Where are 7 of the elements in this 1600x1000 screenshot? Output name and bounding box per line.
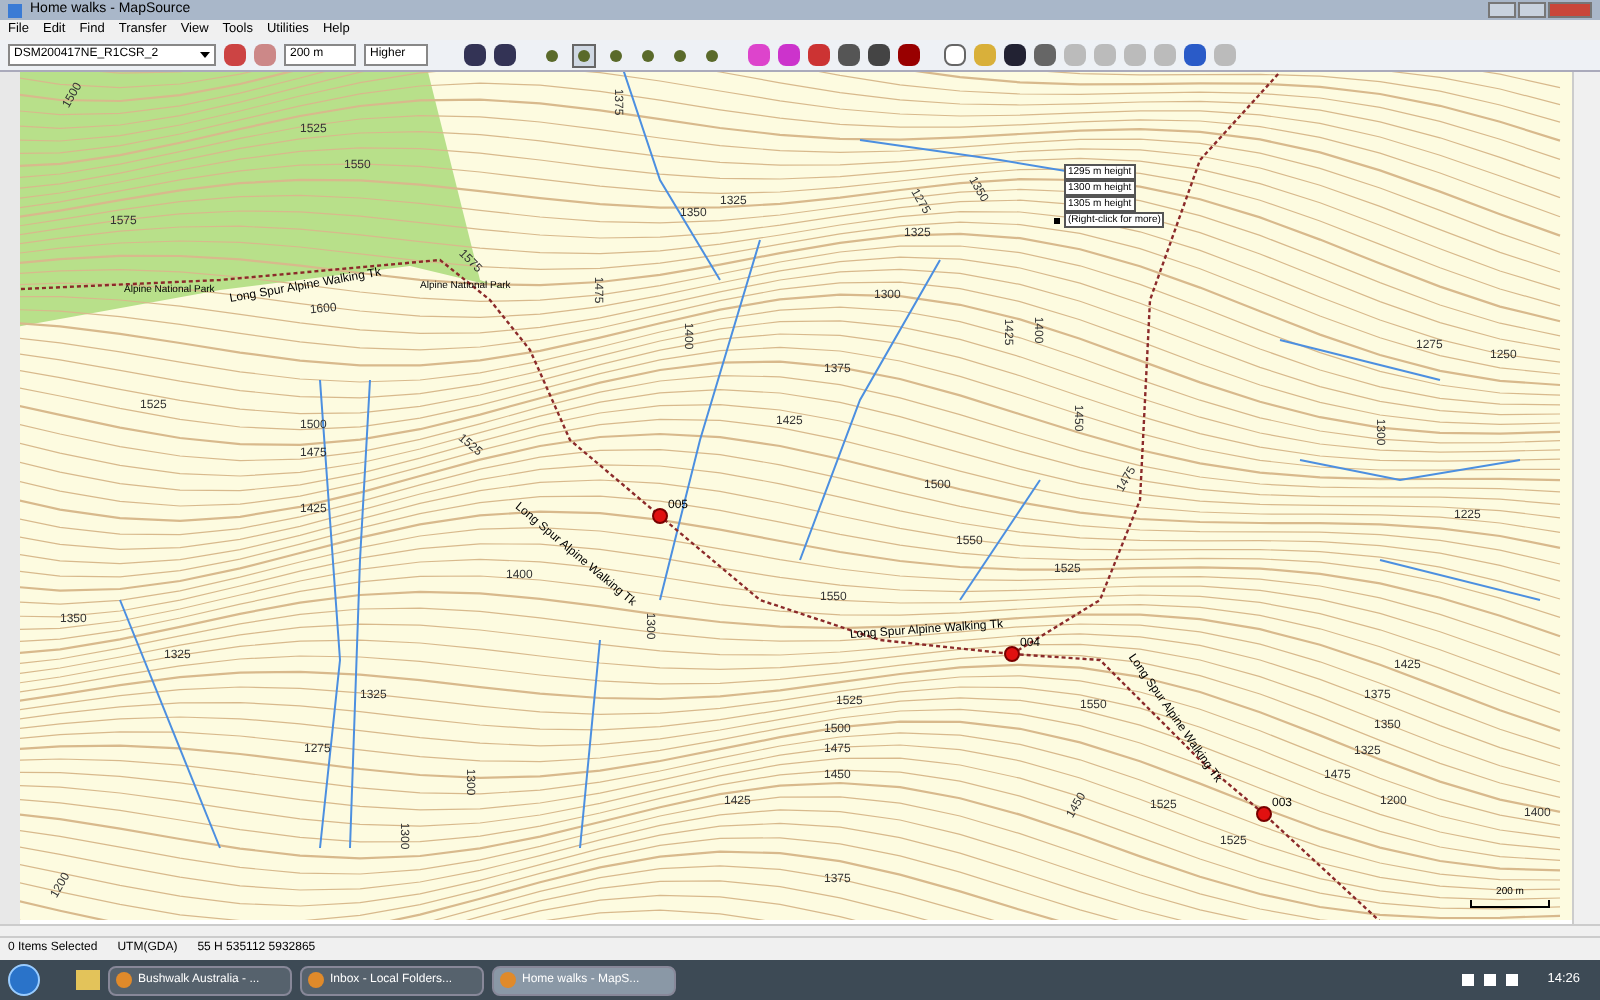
- maximize-button[interactable]: [1518, 2, 1546, 18]
- start-button[interactable]: [8, 964, 40, 996]
- caret-icon: [200, 52, 210, 58]
- horizontal-scrollbar[interactable]: [0, 924, 1600, 936]
- cursor-marker: [1054, 218, 1060, 224]
- minimize-button[interactable]: [1488, 2, 1516, 18]
- vertical-scrollbar[interactable]: [1572, 72, 1600, 924]
